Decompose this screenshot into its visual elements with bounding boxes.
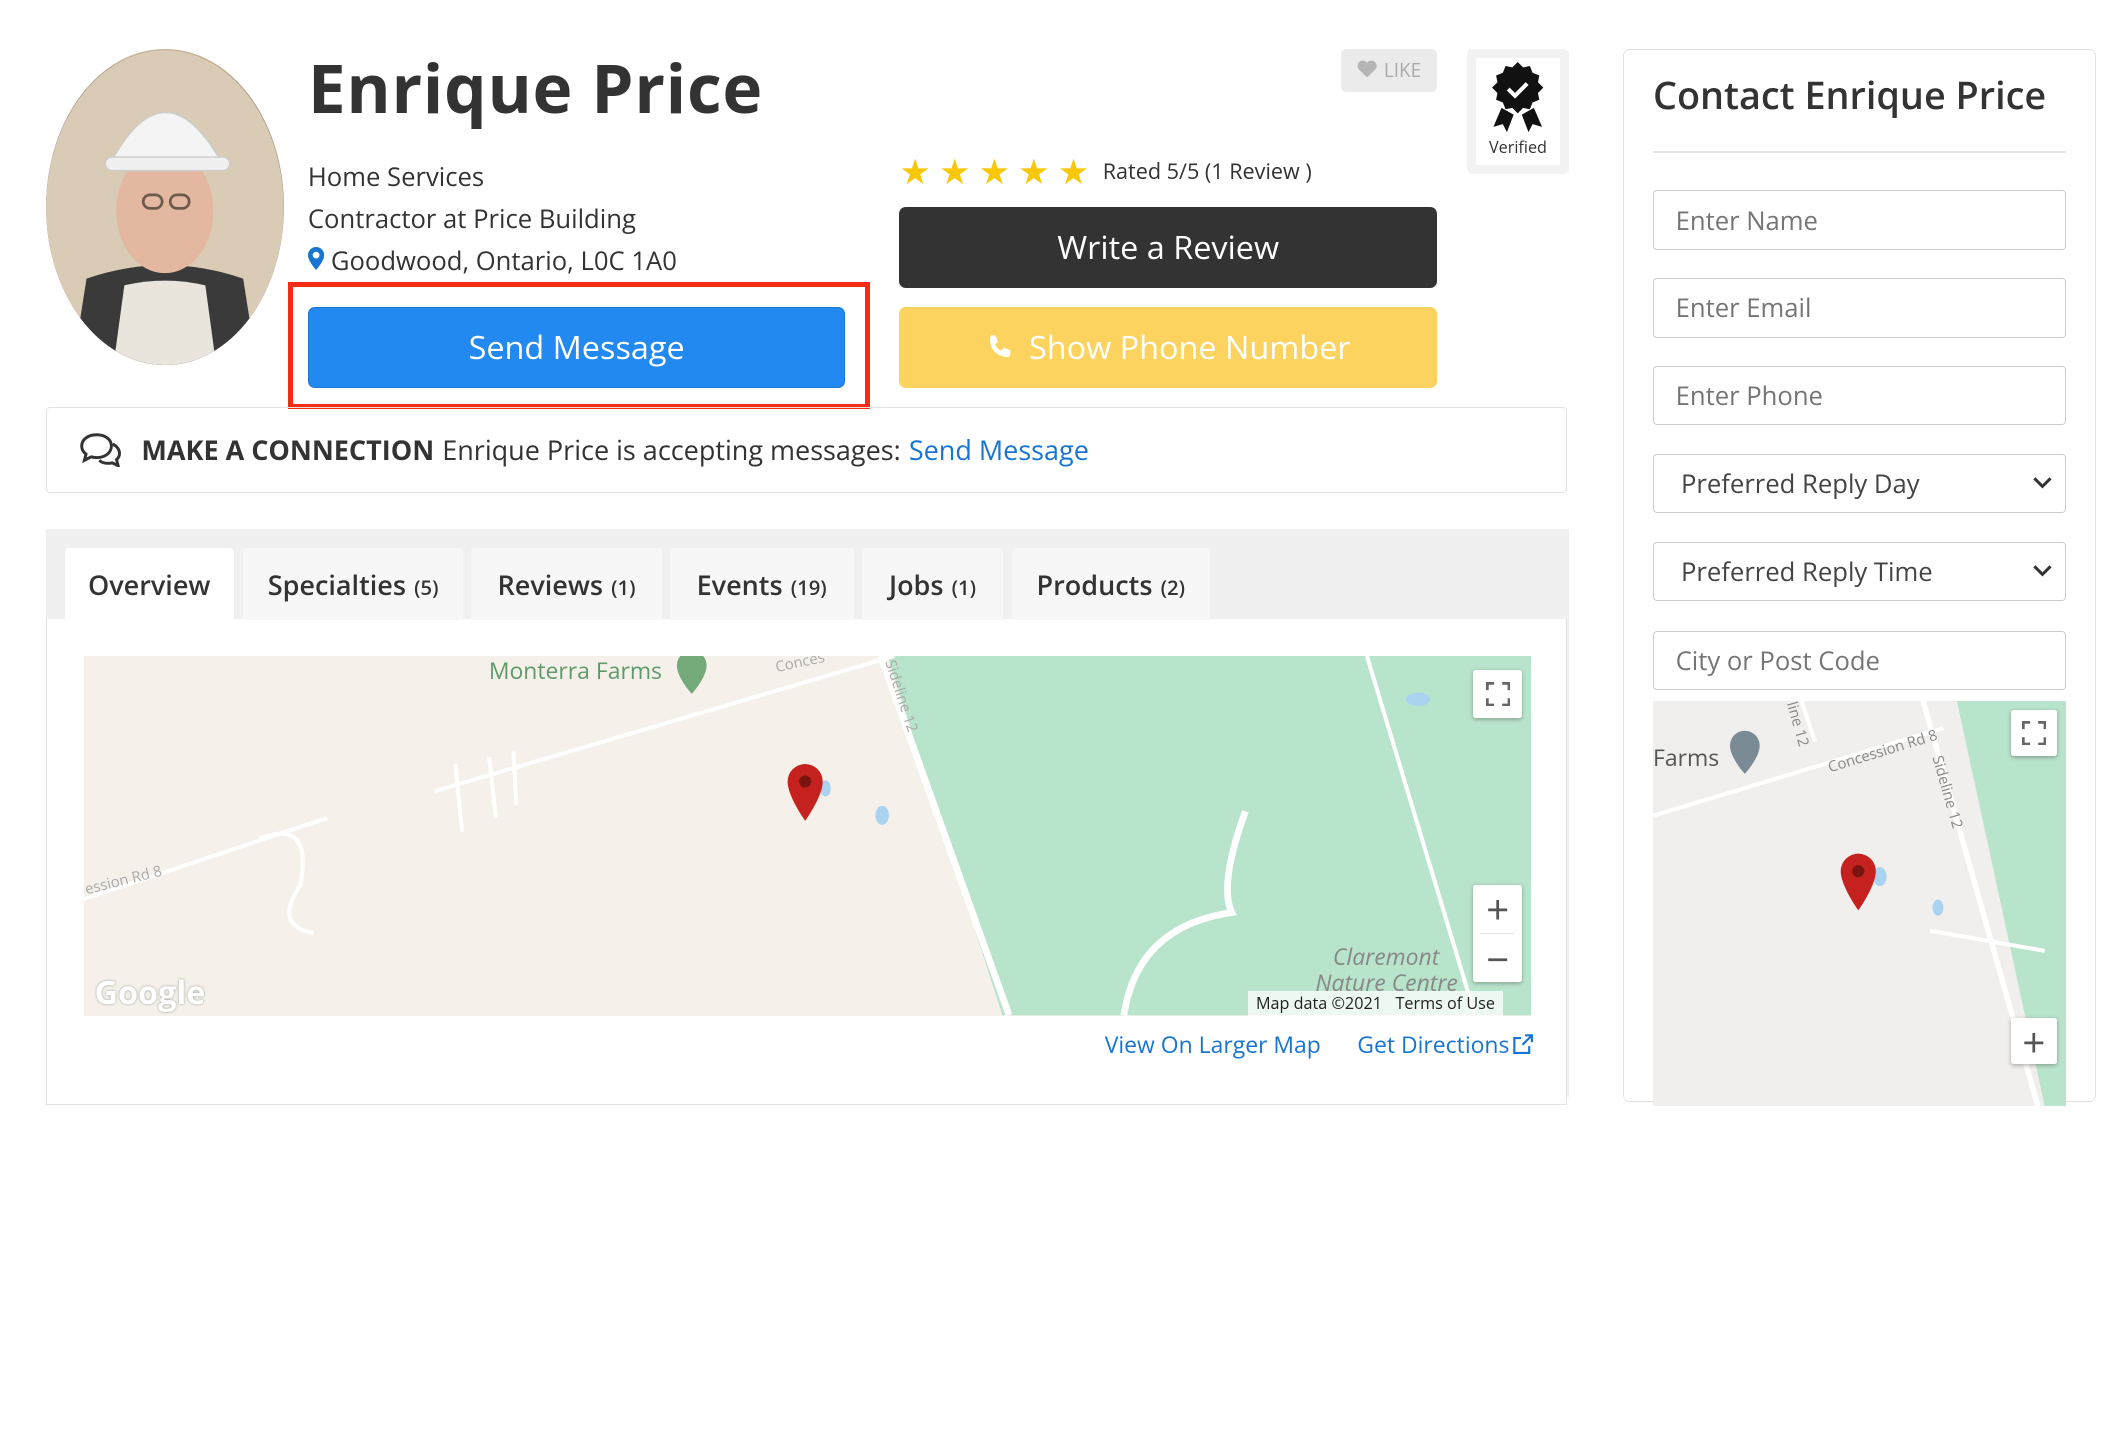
like-label: LIKE [1383, 57, 1422, 84]
fullscreen-button[interactable] [1473, 669, 1522, 719]
chevron-down-icon [2033, 477, 2052, 489]
chat-bubbles-icon [79, 432, 122, 468]
profile-title: Contractor at Price Building [307, 201, 636, 237]
like-button[interactable]: LIKE [1341, 48, 1437, 92]
location-text: Goodwood, Ontario, L0C 1A0 [330, 243, 677, 279]
tab-label: Jobs [888, 565, 944, 603]
connection-text: Enrique Price is accepting messages: [442, 431, 901, 469]
get-directions-label: Get Directions [1357, 1027, 1510, 1060]
fullscreen-icon [1485, 681, 1510, 707]
star-icon: ★ [1057, 146, 1090, 195]
heart-icon [1357, 57, 1377, 83]
zoom-in-icon[interactable]: + [1486, 881, 1509, 936]
profile-category: Home Services [307, 159, 485, 195]
map-links: View On Larger Map Get Directions [1105, 1028, 1534, 1060]
get-directions-link[interactable]: Get Directions [1357, 1027, 1534, 1060]
tab-count: (19) [790, 572, 827, 601]
location-map[interactable]: Monterra Farms Conces Sideline 12 ession… [83, 656, 1532, 1016]
map-graphic [83, 656, 1532, 1016]
show-phone-label: Show Phone Number [1028, 325, 1351, 370]
fullscreen-icon [2021, 721, 2046, 746]
tab-products[interactable]: Products (2) [1011, 548, 1211, 620]
verified-badge: Verified [1466, 48, 1570, 175]
star-icon: ★ [1018, 146, 1050, 195]
tab-label: Events [696, 565, 783, 603]
zoom-controls: + − [1473, 881, 1522, 986]
tab-count: (1) [951, 572, 977, 601]
star-icon: ★ [939, 146, 971, 195]
connection-send-message-link[interactable]: Send Message [909, 431, 1089, 468]
terms-of-use-link[interactable]: Terms of Use [1395, 992, 1495, 1014]
map-marker-icon [307, 243, 325, 278]
tab-count: (1) [611, 572, 636, 601]
rating-summary: ★ ★ ★ ★ ★ Rated 5/5 (1 Review ) [899, 146, 1312, 195]
profile-location: Goodwood, Ontario, L0C 1A0 [307, 243, 677, 279]
map-data-text: Map data ©2021 [1255, 992, 1382, 1015]
phone-field[interactable] [1653, 365, 2067, 426]
rating-text: Rated 5/5 (1 Review ) [1102, 157, 1312, 186]
name-field[interactable] [1653, 190, 2067, 250]
connection-bar: MAKE A CONNECTION Enrique Price is accep… [45, 406, 1567, 493]
tab-label: Reviews [497, 565, 603, 603]
contractor-photo [45, 50, 284, 365]
city-postcode-field[interactable] [1653, 630, 2067, 691]
sidebar-map-label-farms: Farms [1653, 741, 1720, 774]
reply-day-select[interactable]: Preferred Reply Day [1653, 453, 2067, 514]
tab-label: Products [1036, 565, 1153, 603]
sidebar-map[interactable]: Farms Concession Rd 8 Sideline 12 line 1… [1653, 700, 2067, 1107]
tab-count: (5) [414, 572, 439, 601]
tab-count: (2) [1160, 572, 1185, 601]
profile-name: Enrique Price [307, 40, 763, 133]
tab-overview[interactable]: Overview [64, 548, 234, 620]
sidebar-zoom-in-button[interactable]: + [2010, 1014, 2057, 1069]
tab-reviews[interactable]: Reviews (1) [471, 548, 662, 620]
verified-label: Verified [1488, 136, 1547, 158]
reply-day-value: Preferred Reply Day [1681, 465, 1920, 501]
profile-avatar [45, 48, 284, 365]
reply-time-select[interactable]: Preferred Reply Time [1653, 541, 2067, 601]
tab-label: Specialties [267, 565, 406, 603]
zoom-out-icon[interactable]: − [1480, 931, 1516, 986]
google-logo: Google [94, 969, 206, 1014]
phone-icon [986, 334, 1013, 361]
tab-label: Overview [88, 565, 211, 603]
chevron-down-icon [2033, 565, 2052, 577]
write-review-button[interactable]: Write a Review [899, 206, 1437, 288]
tab-jobs[interactable]: Jobs (1) [861, 548, 1004, 620]
tab-specialties[interactable]: Specialties (5) [243, 548, 464, 620]
star-icon: ★ [978, 146, 1011, 195]
connection-heading: MAKE A CONNECTION [141, 431, 435, 469]
external-link-icon [1513, 1033, 1534, 1054]
view-larger-map-link[interactable]: View On Larger Map [1105, 1028, 1321, 1060]
show-phone-button[interactable]: Show Phone Number [899, 306, 1437, 388]
map-attribution: Map data ©2021 Terms of Use [1247, 991, 1504, 1016]
highlight-box [287, 282, 870, 410]
star-icon: ★ [899, 146, 931, 195]
sidebar-divider [1653, 151, 2067, 153]
award-badge-icon [1488, 62, 1547, 139]
reply-time-value: Preferred Reply Time [1681, 553, 1933, 589]
contact-title: Contact Enrique Price [1653, 70, 2047, 122]
map-label-farms: Monterra Farms [488, 656, 662, 686]
zoom-in-icon: + [2022, 1013, 2046, 1069]
sidebar-fullscreen-button[interactable] [2010, 710, 2057, 757]
email-field[interactable] [1653, 278, 2067, 338]
tab-events[interactable]: Events (19) [669, 548, 854, 620]
